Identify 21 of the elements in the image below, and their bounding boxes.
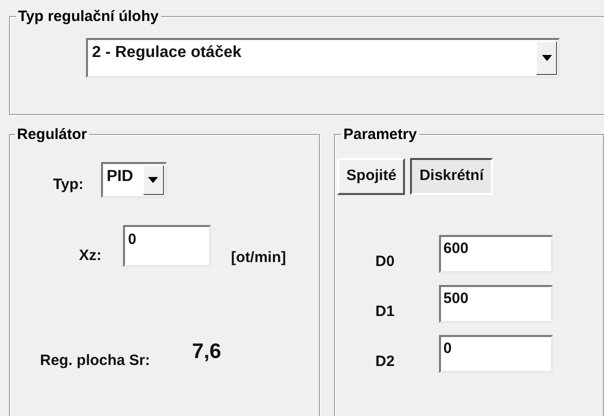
dropdown-field[interactable]: 2 - Regulace otáček [86, 38, 560, 78]
group-title: Parametry [342, 127, 418, 142]
area-value: 7,6 [192, 338, 222, 364]
group-title: Regulátor [16, 127, 88, 142]
parameter-label: D0 [375, 252, 396, 272]
xz-label: Xz: [79, 246, 102, 266]
area-label: Reg. plocha Sr: [40, 350, 150, 370]
mode-button[interactable]: Diskrétní [410, 158, 493, 195]
parameter-label: D1 [375, 302, 396, 322]
dropdown-arrow-icon [148, 177, 158, 183]
group-title: Typ regulační úlohy [17, 9, 160, 24]
parameter-input-field[interactable]: 500 [439, 285, 554, 323]
dropdown-field[interactable]: PID [100, 162, 167, 198]
parameter-label: D2 [375, 352, 396, 372]
parameter-input-field[interactable]: 0 [439, 335, 554, 373]
type-label: Typ: [53, 174, 84, 195]
parameter-input-field[interactable]: 600 [439, 235, 554, 273]
dropdown-arrow-icon [542, 55, 552, 61]
mode-button[interactable]: Spojité [337, 158, 406, 195]
xz-input-field[interactable]: 0 [123, 225, 211, 267]
unit-label: [ot/min] [231, 248, 286, 268]
